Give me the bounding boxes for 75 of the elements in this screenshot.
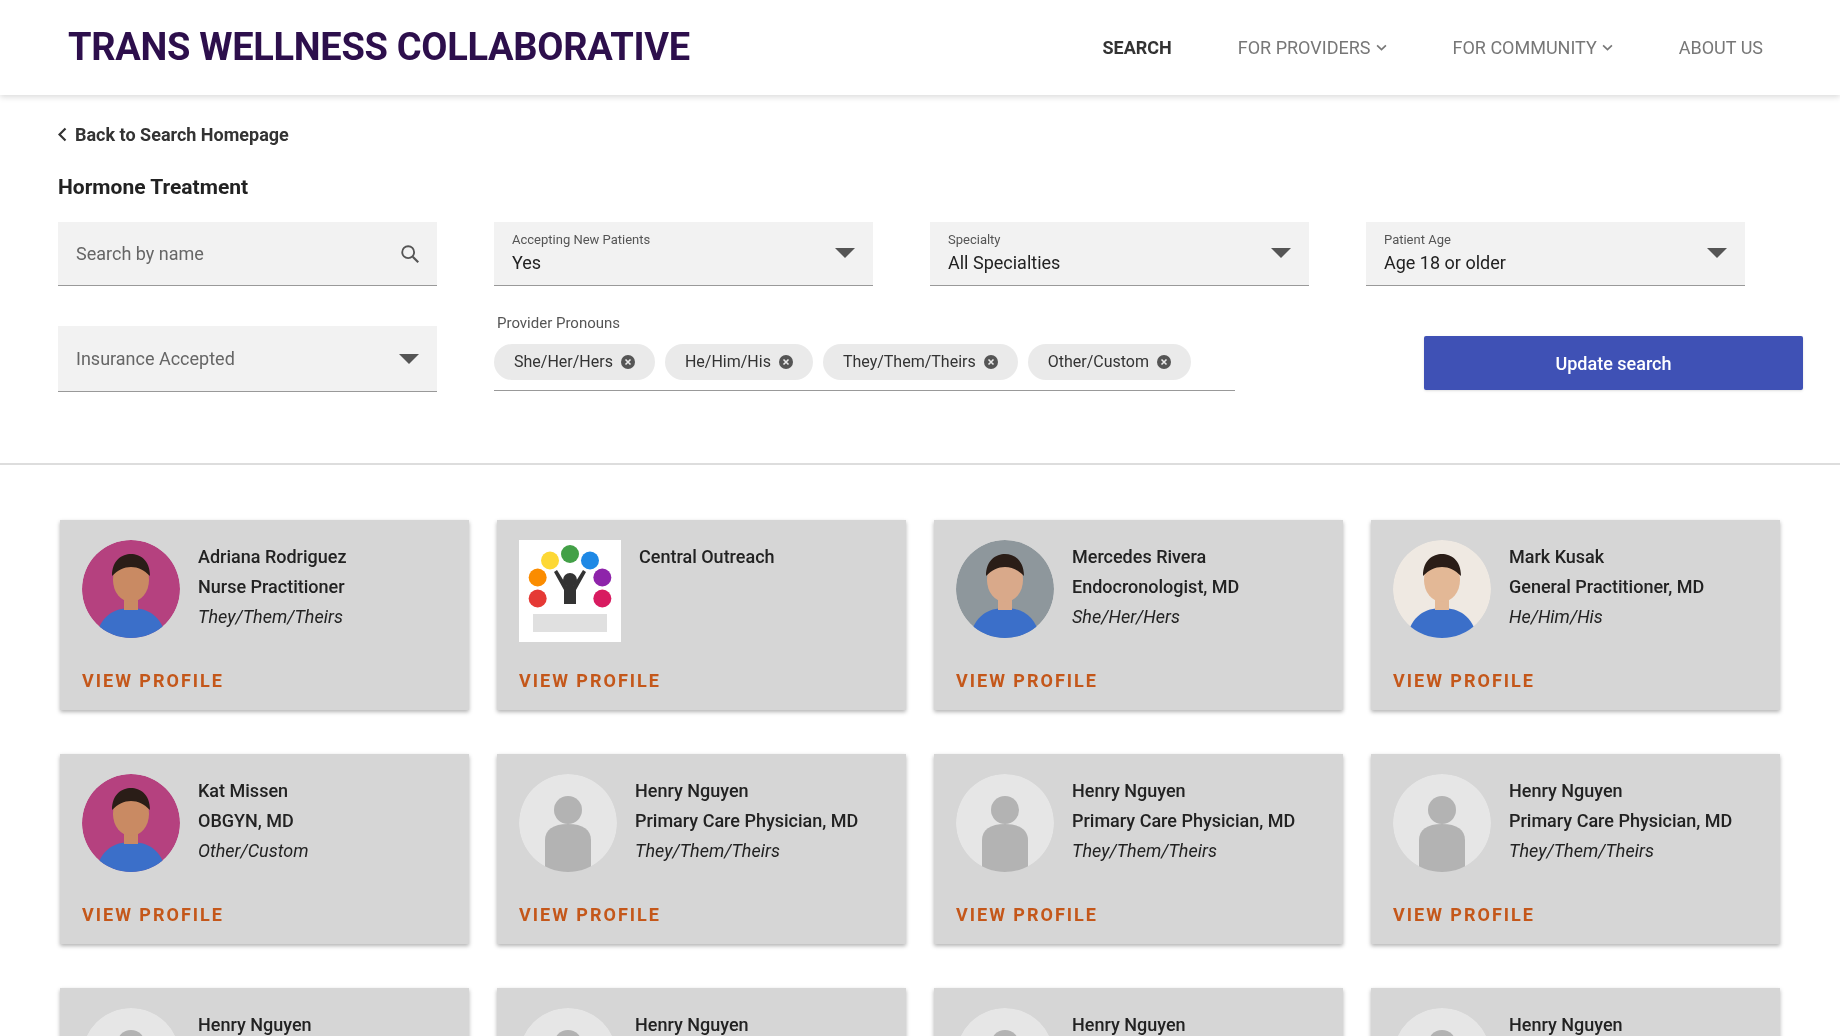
provider-pronouns: They/Them/Theirs bbox=[1072, 839, 1218, 863]
view-profile-link[interactable]: VIEW PROFILE bbox=[519, 667, 661, 694]
remove-icon[interactable] bbox=[620, 355, 635, 369]
nav-link[interactable]: FOR PROVIDERS bbox=[1237, 34, 1387, 61]
pronoun-chip[interactable]: He/Him/His bbox=[664, 344, 813, 380]
search-icon bbox=[399, 242, 421, 265]
field-label: Patient Age bbox=[1384, 230, 1452, 249]
provider-name: Henry Nguyen bbox=[1072, 1013, 1186, 1036]
select-field[interactable]: Patient Age Age 18 or older bbox=[1366, 221, 1745, 286]
select-field[interactable]: Accepting New Patients Yes bbox=[494, 221, 873, 286]
field-value: Age 18 or older bbox=[1384, 251, 1506, 276]
field-value: Yes bbox=[512, 251, 543, 276]
field-label: Accepting New Patients bbox=[512, 230, 651, 249]
provider-pronouns: They/Them/Theirs bbox=[198, 605, 344, 629]
pronoun-chip[interactable]: She/Her/Hers bbox=[494, 344, 655, 380]
remove-icon[interactable] bbox=[983, 355, 998, 369]
page-heading: Hormone Treatment bbox=[58, 174, 250, 201]
caret-icon bbox=[1375, 44, 1387, 51]
view-profile-link[interactable]: VIEW PROFILE bbox=[956, 901, 1098, 928]
provider-name: Central Outreach bbox=[639, 545, 775, 569]
pronoun-chip[interactable]: They/Them/Theirs bbox=[822, 344, 1018, 380]
field-placeholder: Insurance Accepted bbox=[76, 347, 235, 371]
view-profile-link[interactable]: VIEW PROFILE bbox=[1393, 901, 1535, 928]
search-field[interactable]: Search by name bbox=[58, 221, 437, 286]
dropdown-arrow-icon bbox=[1271, 248, 1291, 258]
remove-icon[interactable] bbox=[778, 355, 793, 369]
dropdown-arrow-icon bbox=[1707, 248, 1727, 258]
person-icon bbox=[519, 774, 617, 872]
caret-icon bbox=[1601, 44, 1613, 51]
field-label: Specialty bbox=[948, 230, 1002, 249]
back-link[interactable]: Back to Search Homepage bbox=[58, 121, 289, 148]
provider-pronouns: She/Her/Hers bbox=[1072, 605, 1181, 629]
pronoun-chip[interactable]: Other/Custom bbox=[1027, 344, 1191, 380]
provider-role: Primary Care Physician, MD bbox=[635, 809, 859, 833]
provider-role: OBGYN, MD bbox=[198, 809, 295, 833]
site-title: TRANS WELLNESS COLLABORATIVE bbox=[68, 24, 690, 71]
view-profile-link[interactable]: VIEW PROFILE bbox=[82, 667, 224, 694]
dropdown-arrow-icon bbox=[399, 353, 419, 364]
view-profile-link[interactable]: VIEW PROFILE bbox=[956, 667, 1098, 694]
provider-name: Mark Kusak bbox=[1509, 545, 1606, 569]
provider-name: Henry Nguyen bbox=[1509, 779, 1624, 803]
provider-pronouns: He/Him/His bbox=[1509, 605, 1604, 629]
dropdown-arrow-icon bbox=[835, 248, 855, 258]
provider-role: Nurse Practitioner bbox=[198, 575, 346, 599]
provider-role: General Practitioner, MD bbox=[1509, 575, 1705, 599]
nav-link[interactable]: FOR COMMUNITY bbox=[1452, 34, 1613, 61]
provider-name: Kat Missen bbox=[198, 779, 290, 803]
provider-name: Henry Nguyen bbox=[1509, 1013, 1623, 1036]
provider-role: Primary Care Physician, MD bbox=[1509, 809, 1733, 833]
provider-pronouns: They/Them/Theirs bbox=[1509, 839, 1655, 863]
view-profile-link[interactable]: VIEW PROFILE bbox=[1393, 667, 1535, 694]
provider-name: Henry Nguyen bbox=[1072, 779, 1187, 803]
provider-role: Endocronologist, MD bbox=[1072, 575, 1240, 599]
select-field[interactable]: Specialty All Specialties bbox=[930, 221, 1309, 286]
pronoun-chip-field[interactable]: She/Her/Hers He/Him/His They/Them/Theirs Other/Custom bbox=[494, 344, 1235, 391]
nav-link[interactable]: SEARCH bbox=[1102, 34, 1172, 61]
update-search-button[interactable]: Update search bbox=[1424, 336, 1803, 390]
provider-name: Henry Nguyen bbox=[635, 779, 750, 803]
nav-link[interactable]: ABOUT US bbox=[1678, 34, 1763, 61]
provider-role: Primary Care Physician, MD bbox=[1072, 809, 1296, 833]
provider-name: Adriana Rodriguez bbox=[198, 545, 347, 569]
person-icon bbox=[956, 774, 1054, 872]
provider-name: Mercedes Rivera bbox=[1072, 545, 1208, 569]
provider-name: Henry Nguyen bbox=[635, 1013, 749, 1036]
provider-name: Henry Nguyen bbox=[198, 1013, 312, 1036]
view-profile-link[interactable]: VIEW PROFILE bbox=[82, 901, 224, 928]
chevron-left-icon bbox=[58, 127, 67, 142]
provider-pronouns: Other/Custom bbox=[198, 839, 309, 863]
provider-pronouns: They/Them/Theirs bbox=[635, 839, 781, 863]
person-icon bbox=[1393, 774, 1491, 872]
field-value: All Specialties bbox=[948, 251, 1061, 276]
insurance-select[interactable]: Insurance Accepted bbox=[58, 326, 437, 392]
view-profile-link[interactable]: VIEW PROFILE bbox=[519, 901, 661, 928]
remove-icon[interactable] bbox=[1157, 355, 1171, 369]
field-label: Provider Pronouns bbox=[496, 312, 622, 334]
